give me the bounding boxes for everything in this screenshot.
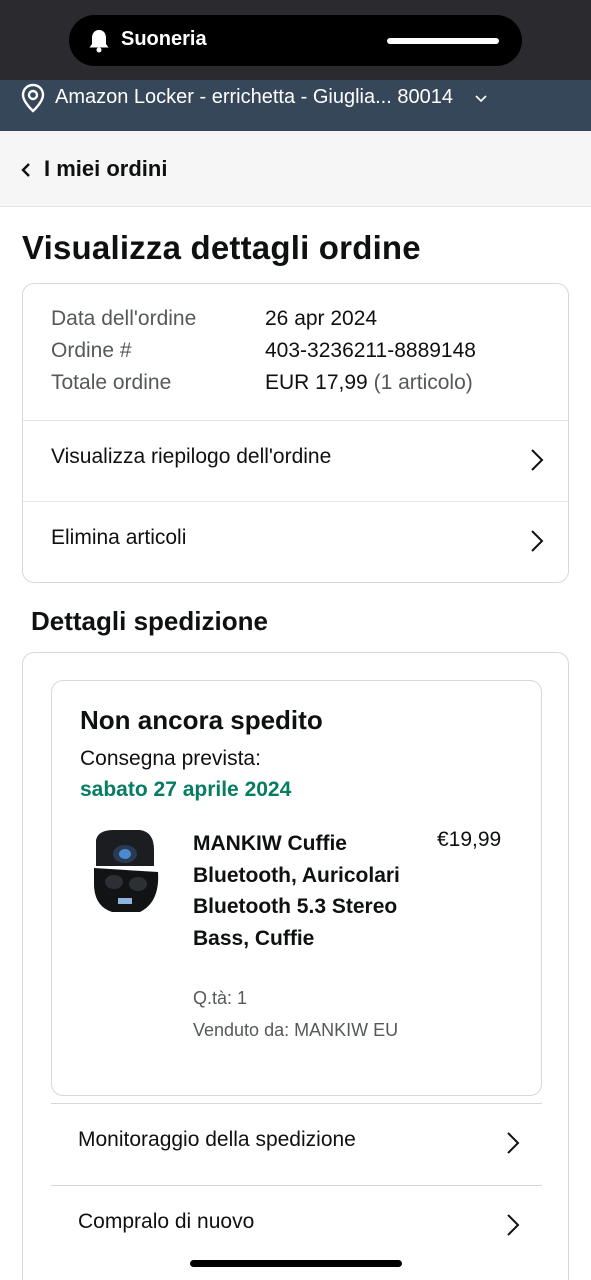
dynamic-island: Suoneria — [69, 15, 522, 66]
shipment-item-card: Non ancora spedito Consegna prevista: sa… — [51, 680, 542, 1096]
chevron-left-icon — [21, 163, 30, 177]
back-to-orders[interactable]: I miei ordini — [0, 131, 591, 207]
order-item-count: (1 articolo) — [373, 371, 473, 394]
product-quantity: Q.tà: 1 — [193, 988, 248, 1008]
chevron-right-icon — [531, 530, 544, 552]
remove-items-link[interactable]: Elimina articoli — [23, 502, 568, 582]
order-info-card: Data dell'ordine 26 apr 2024 Ordine # 40… — [22, 283, 569, 583]
chevron-right-icon — [531, 449, 544, 471]
back-label: I miei ordini — [44, 156, 168, 181]
product-seller: Venduto da: MANKIW EU — [193, 1020, 399, 1040]
status-bar: Suoneria — [0, 0, 591, 80]
earbuds-product-image[interactable] — [90, 828, 162, 916]
order-number-label: Ordine # — [51, 339, 132, 362]
shipment-section-title: Dettagli spedizione — [31, 606, 268, 636]
buy-again-link[interactable]: Compralo di nuovo — [51, 1185, 542, 1267]
bell-icon — [89, 30, 109, 53]
order-date-label: Data dell'ordine — [51, 307, 197, 330]
home-indicator[interactable] — [190, 1260, 402, 1267]
order-number-value: 403-3236211-8889148 — [265, 339, 476, 362]
ring-mode-label: Suoneria — [121, 28, 207, 50]
track-shipment-label: Monitoraggio della spedizione — [78, 1128, 356, 1151]
shipment-card: Non ancora spedito Consegna prevista: sa… — [22, 652, 569, 1280]
location-text: Amazon Locker - errichetta - Giuglia... … — [55, 86, 453, 108]
track-shipment-link[interactable]: Monitoraggio della spedizione — [51, 1103, 542, 1185]
buy-again-label: Compralo di nuovo — [78, 1210, 255, 1233]
order-summary-link[interactable]: Visualizza riepilogo dell'ordine — [23, 421, 568, 501]
order-summary-label: Visualizza riepilogo dell'ordine — [51, 445, 332, 468]
page-title: Visualizza dettagli ordine — [22, 229, 421, 266]
delivery-date: sabato 27 aprile 2024 — [80, 778, 292, 801]
chevron-right-icon — [507, 1132, 520, 1154]
order-date-value: 26 apr 2024 — [265, 307, 378, 330]
chevron-right-icon — [507, 1214, 520, 1236]
location-pin-icon — [21, 83, 45, 113]
delivery-location-bar[interactable]: Amazon Locker - errichetta - Giuglia... … — [0, 80, 591, 131]
delivery-label: Consegna prevista: — [80, 747, 261, 770]
order-total-label: Totale ordine — [51, 371, 172, 394]
product-name-link[interactable]: MANKIW Cuffie Bluetooth, Auricolari Blue… — [193, 828, 423, 954]
product-price: €19,99 — [437, 828, 502, 851]
volume-indicator — [387, 38, 499, 44]
remove-items-label: Elimina articoli — [51, 526, 187, 549]
order-total-value: EUR 17,99 (1 articolo) — [265, 371, 473, 395]
shipment-status: Non ancora spedito — [80, 705, 323, 735]
chevron-down-icon — [475, 95, 487, 103]
order-total-amount: EUR 17,99 — [265, 371, 368, 394]
